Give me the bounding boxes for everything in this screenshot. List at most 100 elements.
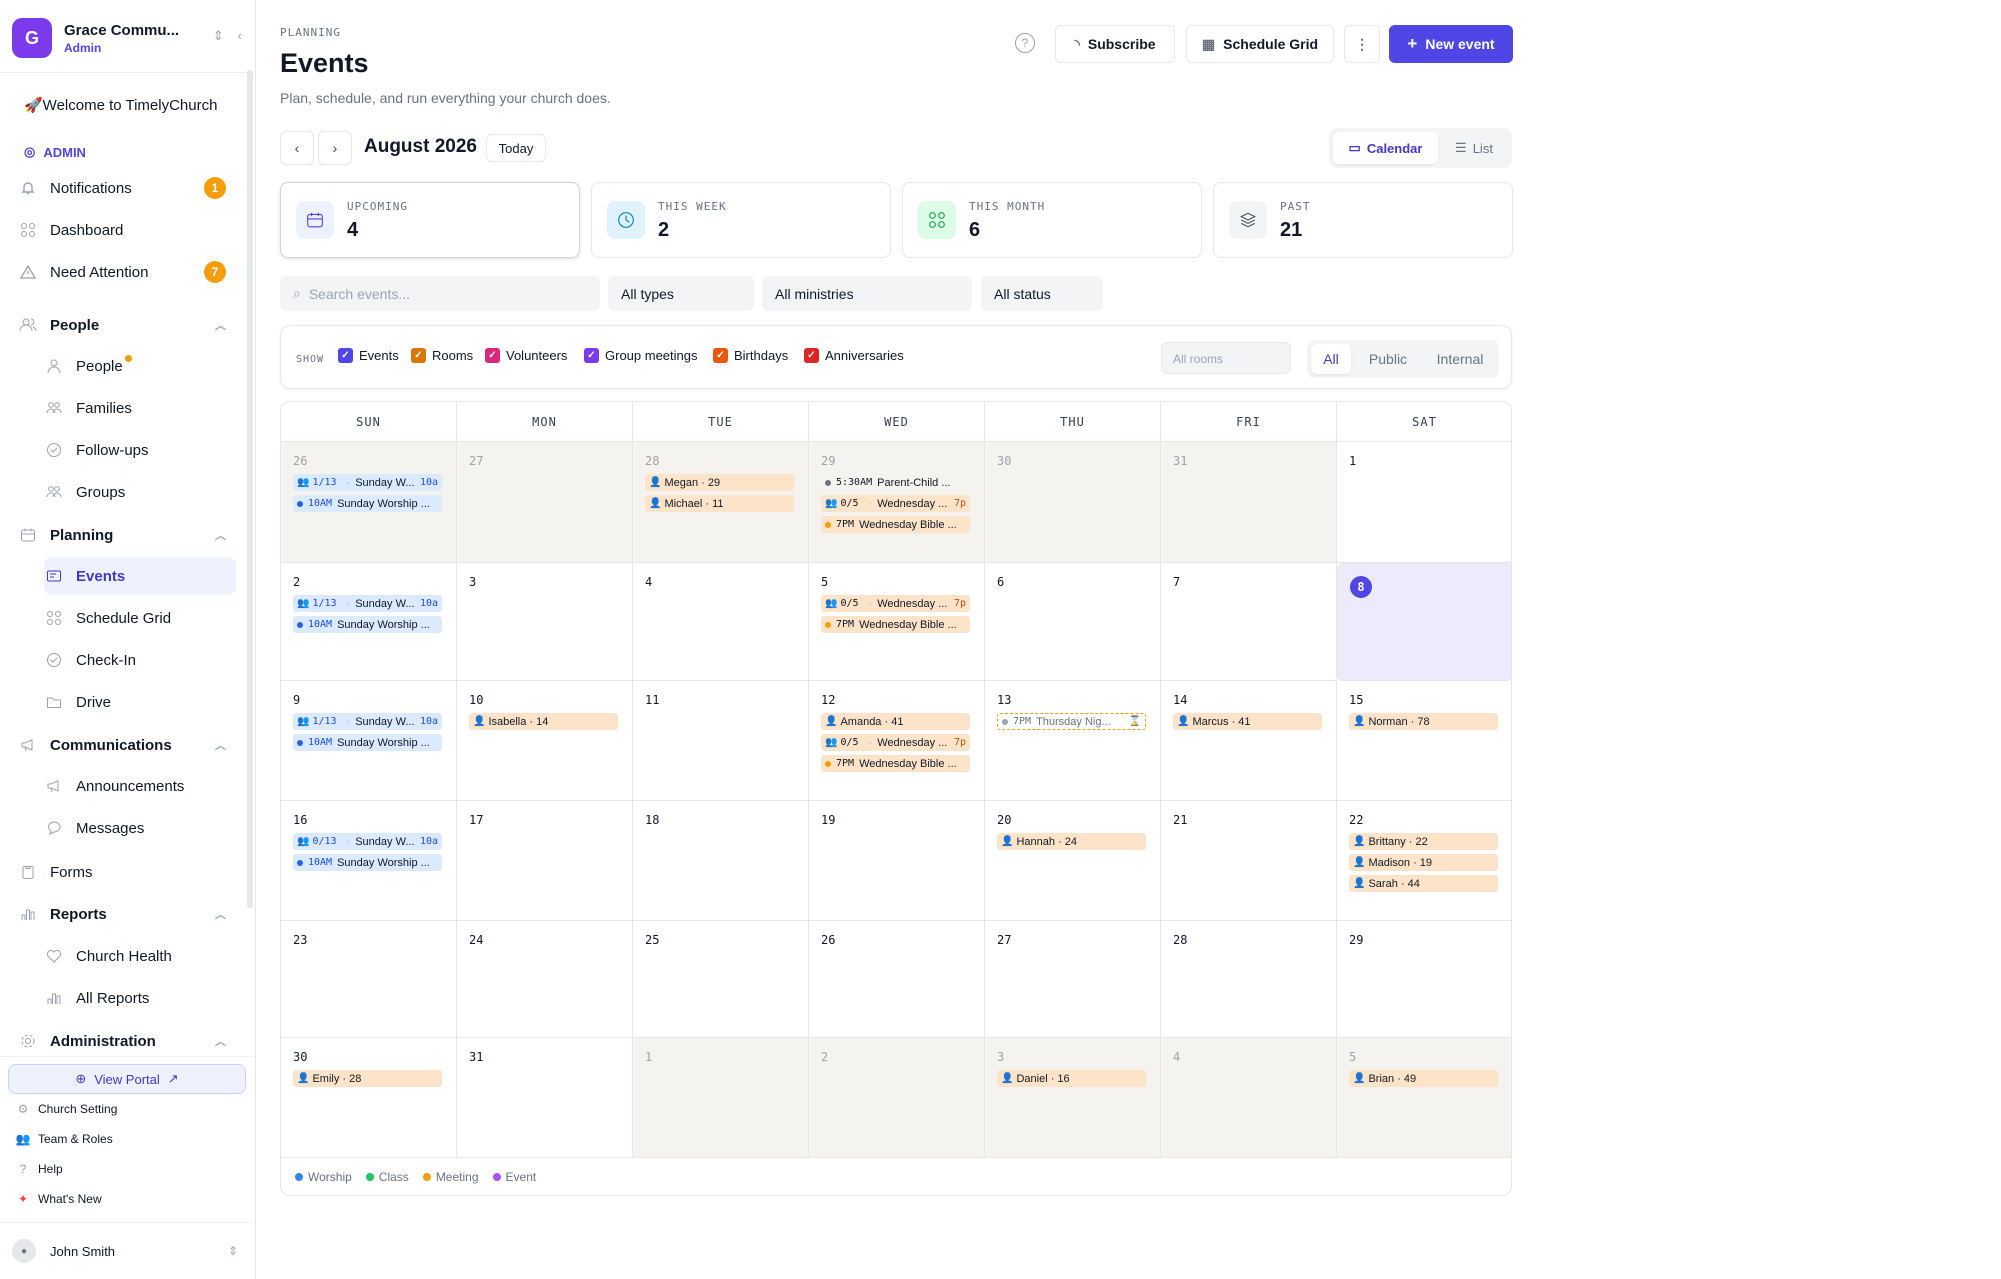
calendar-day-cell[interactable]: 21 — [1161, 801, 1337, 921]
event-chip[interactable]: 10AM Sunday Worship ... — [293, 616, 442, 633]
calendar-day-cell[interactable]: 1 — [1337, 442, 1511, 563]
nav-groups[interactable]: Groups — [44, 473, 236, 511]
event-chip[interactable]: 👤 Daniel · 16 — [997, 1070, 1146, 1087]
calendar-view-button[interactable]: ▭ Calendar — [1333, 132, 1438, 164]
calendar-day-cell[interactable]: 9 👥 1/13 · Sunday W... 10a 10AM Sunday Worship … — [281, 681, 457, 801]
event-chip[interactable]: 👤 Hannah · 24 — [997, 833, 1146, 850]
nav-need-attention[interactable]: Need Attention 7 — [18, 253, 238, 291]
event-chip[interactable]: 👤 Michael · 11 — [645, 495, 794, 512]
calendar-day-cell[interactable]: 11 — [633, 681, 809, 801]
event-chip[interactable]: 10AM Sunday Worship ... — [293, 495, 442, 512]
calendar-day-cell[interactable]: 27 — [457, 442, 633, 563]
calendar-day-cell[interactable]: 4 — [633, 563, 809, 681]
events-checkbox[interactable]: ✓ Events — [338, 348, 399, 363]
event-chip[interactable]: 👥 0/13 · Sunday W... 10a — [293, 833, 442, 850]
nav-schedule-grid[interactable]: Schedule Grid — [44, 599, 236, 637]
nav-section-communications[interactable]: Communications ︿ — [18, 726, 238, 764]
stat-past[interactable]: PAST 21 — [1213, 182, 1513, 258]
event-chip[interactable]: 7PM Thursday Nig... ⌛ — [997, 713, 1146, 730]
event-chip[interactable]: 👤 Sarah · 44 — [1349, 875, 1498, 892]
rooms-select[interactable]: All rooms — [1161, 342, 1291, 374]
event-chip[interactable]: 7PM Wednesday Bible ... — [821, 516, 970, 533]
prev-month-button[interactable]: ‹ — [280, 131, 314, 165]
event-chip[interactable]: 👤 Marcus · 41 — [1173, 713, 1322, 730]
ministry-filter-select[interactable]: All ministries — [762, 276, 972, 311]
event-chip[interactable]: 👤 Isabella · 14 — [469, 713, 618, 730]
stat-upcoming[interactable]: UPCOMING 4 — [280, 182, 580, 258]
calendar-day-cell[interactable]: 23 — [281, 921, 457, 1038]
birthdays-checkbox[interactable]: ✓ Birthdays — [713, 348, 788, 363]
calendar-day-cell[interactable]: 24 — [457, 921, 633, 1038]
visibility-all-button[interactable]: All — [1311, 344, 1351, 374]
anniversaries-checkbox[interactable]: ✓ Anniversaries — [804, 348, 904, 363]
event-chip[interactable]: 👤 Brittany · 22 — [1349, 833, 1498, 850]
calendar-day-cell[interactable]: 5 👤 Brian · 49 — [1337, 1038, 1511, 1158]
event-chip[interactable]: 👥 0/5 · Wednesday ... 7p — [821, 595, 970, 612]
nav-checkin[interactable]: Check-In — [44, 641, 236, 679]
calendar-day-cell[interactable]: 14 👤 Marcus · 41 — [1161, 681, 1337, 801]
calendar-day-cell[interactable]: 3 👤 Daniel · 16 — [985, 1038, 1161, 1158]
nav-church-health[interactable]: Church Health — [44, 937, 236, 975]
calendar-day-cell[interactable]: 5 👥 0/5 · Wednesday ... 7p 7PM Wednesday Bible … — [809, 563, 985, 681]
group-meetings-checkbox[interactable]: ✓ Group meetings — [584, 348, 698, 363]
calendar-day-cell[interactable]: 17 — [457, 801, 633, 921]
calendar-day-cell[interactable]: 31 — [1161, 442, 1337, 563]
calendar-day-cell[interactable]: 13 7PM Thursday Nig... ⌛ — [985, 681, 1161, 801]
calendar-day-cell[interactable]: 3 — [457, 563, 633, 681]
volunteers-checkbox[interactable]: ✓ Volunteers — [485, 348, 567, 363]
event-chip[interactable]: 👥 0/5 · Wednesday ... 7p — [821, 734, 970, 751]
calendar-day-cell[interactable]: 2 👥 1/13 · Sunday W... 10a 10AM Sunday Worship … — [281, 563, 457, 681]
calendar-day-cell[interactable]: 16 👥 0/13 · Sunday W... 10a 10AM Sunday Worship… — [281, 801, 457, 921]
calendar-day-cell[interactable]: 30 — [985, 442, 1161, 563]
calendar-day-cell[interactable]: 19 — [809, 801, 985, 921]
nav-followups[interactable]: Follow-ups — [44, 431, 236, 469]
calendar-day-cell[interactable]: 29 5:30AM Parent-Child ... 👥 0/5 · Wednesday .… — [809, 442, 985, 563]
calendar-day-cell[interactable]: 10 👤 Isabella · 14 — [457, 681, 633, 801]
nav-section-reports[interactable]: Reports ︿ — [18, 895, 238, 933]
event-chip[interactable]: 👤 Norman · 78 — [1349, 713, 1498, 730]
church-setting-link[interactable]: ⚙ Church Setting — [16, 1102, 118, 1116]
more-options-button[interactable]: ⋮ — [1344, 25, 1380, 63]
today-button[interactable]: Today — [486, 134, 546, 162]
nav-dashboard[interactable]: Dashboard — [18, 211, 238, 249]
event-chip[interactable]: 10AM Sunday Worship ... — [293, 734, 442, 751]
event-chip[interactable]: 👤 Madison · 19 — [1349, 854, 1498, 871]
status-filter-select[interactable]: All status — [981, 276, 1103, 311]
view-portal-button[interactable]: ⊕ View Portal ↗ — [8, 1064, 246, 1094]
nav-section-people[interactable]: People ︿ — [18, 306, 238, 344]
calendar-day-cell[interactable]: 6 — [985, 563, 1161, 681]
calendar-day-cell[interactable]: 7 — [1161, 563, 1337, 681]
calendar-day-cell[interactable]: 31 — [457, 1038, 633, 1158]
whats-new-link[interactable]: ✦ What's New — [16, 1192, 102, 1206]
calendar-day-cell[interactable]: 26 — [809, 921, 985, 1038]
event-chip[interactable]: 👥 0/5 · Wednesday ... 7p — [821, 495, 970, 512]
calendar-day-cell[interactable]: 8 — [1337, 563, 1511, 681]
calendar-day-cell[interactable]: 26 👥 1/13 · Sunday W... 10a 10AM Sunday Worship… — [281, 442, 457, 563]
event-chip[interactable]: 👥 1/13 · Sunday W... 10a — [293, 474, 442, 491]
nav-announcements[interactable]: Announcements — [44, 767, 236, 805]
help-link[interactable]: ? Help — [16, 1162, 63, 1176]
calendar-day-cell[interactable]: 25 — [633, 921, 809, 1038]
nav-all-reports[interactable]: All Reports — [44, 979, 236, 1017]
event-chip[interactable]: 7PM Wednesday Bible ... — [821, 755, 970, 772]
search-input[interactable]: ⌕ Search events... — [280, 276, 600, 311]
expand-icon[interactable]: ⇕ — [213, 28, 224, 44]
calendar-day-cell[interactable]: 12 👤 Amanda · 41 👥 0/5 · Wednesday ... 7p 7PM Wed… — [809, 681, 985, 801]
calendar-day-cell[interactable]: 28 👤 Megan · 29 👤 Michael · 11 — [633, 442, 809, 563]
stat-this-month[interactable]: THIS MONTH 6 — [902, 182, 1202, 258]
nav-drive[interactable]: Drive — [44, 683, 236, 721]
new-event-button[interactable]: + New event — [1389, 25, 1513, 63]
event-chip[interactable]: 5:30AM Parent-Child ... — [821, 474, 970, 491]
calendar-day-cell[interactable]: 29 — [1337, 921, 1511, 1038]
event-chip[interactable]: 👤 Amanda · 41 — [821, 713, 970, 730]
next-month-button[interactable]: › — [318, 131, 352, 165]
calendar-day-cell[interactable]: 4 — [1161, 1038, 1337, 1158]
calendar-day-cell[interactable]: 30 👤 Emily · 28 — [281, 1038, 457, 1158]
calendar-day-cell[interactable]: 20 👤 Hannah · 24 — [985, 801, 1161, 921]
collapse-sidebar-icon[interactable]: ‹ — [238, 28, 242, 44]
team-roles-link[interactable]: 👥 Team & Roles — [16, 1132, 113, 1146]
list-view-button[interactable]: ☰ List — [1441, 132, 1507, 164]
rooms-checkbox[interactable]: ✓ Rooms — [411, 348, 473, 363]
stat-this-week[interactable]: THIS WEEK 2 — [591, 182, 891, 258]
type-filter-select[interactable]: All types — [608, 276, 754, 311]
